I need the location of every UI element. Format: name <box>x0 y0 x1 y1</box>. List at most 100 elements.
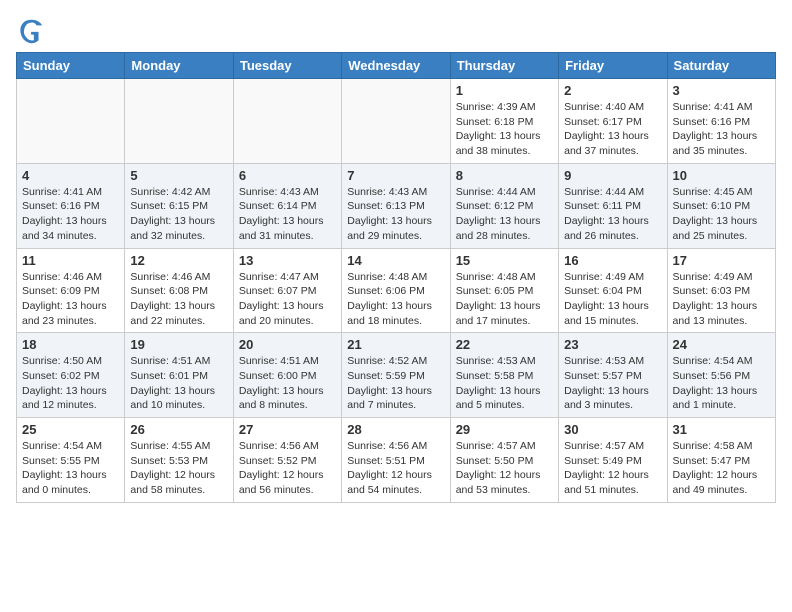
day-info: Sunrise: 4:40 AM Sunset: 6:17 PM Dayligh… <box>564 100 661 159</box>
day-info: Sunrise: 4:53 AM Sunset: 5:57 PM Dayligh… <box>564 354 661 413</box>
page-header <box>16 16 776 44</box>
day-number: 30 <box>564 422 661 437</box>
weekday-header-wednesday: Wednesday <box>342 53 450 79</box>
day-number: 3 <box>673 83 770 98</box>
calendar-cell: 24Sunrise: 4:54 AM Sunset: 5:56 PM Dayli… <box>667 333 775 418</box>
day-number: 17 <box>673 253 770 268</box>
weekday-header-thursday: Thursday <box>450 53 558 79</box>
day-number: 13 <box>239 253 336 268</box>
calendar-table: SundayMondayTuesdayWednesdayThursdayFrid… <box>16 52 776 503</box>
day-number: 24 <box>673 337 770 352</box>
day-number: 21 <box>347 337 444 352</box>
day-info: Sunrise: 4:56 AM Sunset: 5:51 PM Dayligh… <box>347 439 444 498</box>
day-number: 10 <box>673 168 770 183</box>
weekday-header-row: SundayMondayTuesdayWednesdayThursdayFrid… <box>17 53 776 79</box>
day-info: Sunrise: 4:39 AM Sunset: 6:18 PM Dayligh… <box>456 100 553 159</box>
day-info: Sunrise: 4:51 AM Sunset: 6:01 PM Dayligh… <box>130 354 227 413</box>
calendar-cell: 7 Sunrise: 4:43 AM Sunset: 6:13 PM Daylig… <box>342 163 450 248</box>
day-info: Sunrise: 4:43 AM Sunset: 6:14 PM Dayligh… <box>239 185 336 244</box>
day-info: Sunrise: 4:48 AM Sunset: 6:06 PM Dayligh… <box>347 270 444 329</box>
day-number: 15 <box>456 253 553 268</box>
logo <box>16 16 46 44</box>
calendar-cell: 28 Sunrise: 4:56 AM Sunset: 5:51 PM Dayli… <box>342 418 450 503</box>
weekday-header-monday: Monday <box>125 53 233 79</box>
day-number: 6 <box>239 168 336 183</box>
day-info: Sunrise: 4:49 AM Sunset: 6:03 PM Dayligh… <box>673 270 770 329</box>
calendar-cell: 21 Sunrise: 4:52 AM Sunset: 5:59 PM Dayli… <box>342 333 450 418</box>
calendar-cell: 17 Sunrise: 4:49 AM Sunset: 6:03 PM Dayli… <box>667 248 775 333</box>
day-number: 27 <box>239 422 336 437</box>
day-number: 22 <box>456 337 553 352</box>
calendar-cell: 14 Sunrise: 4:48 AM Sunset: 6:06 PM Dayli… <box>342 248 450 333</box>
day-number: 14 <box>347 253 444 268</box>
day-info: Sunrise: 4:52 AM Sunset: 5:59 PM Dayligh… <box>347 354 444 413</box>
day-info: Sunrise: 4:57 AM Sunset: 5:49 PM Dayligh… <box>564 439 661 498</box>
calendar-week-row: 4Sunrise: 4:41 AM Sunset: 6:16 PM Daylig… <box>17 163 776 248</box>
calendar-cell: 25Sunrise: 4:54 AM Sunset: 5:55 PM Dayli… <box>17 418 125 503</box>
calendar-cell: 22 Sunrise: 4:53 AM Sunset: 5:58 PM Dayli… <box>450 333 558 418</box>
calendar-cell: 10 Sunrise: 4:45 AM Sunset: 6:10 PM Dayli… <box>667 163 775 248</box>
weekday-header-saturday: Saturday <box>667 53 775 79</box>
day-number: 19 <box>130 337 227 352</box>
calendar-week-row: 18 Sunrise: 4:50 AM Sunset: 6:02 PM Dayli… <box>17 333 776 418</box>
calendar-cell: 18 Sunrise: 4:50 AM Sunset: 6:02 PM Dayli… <box>17 333 125 418</box>
day-number: 23 <box>564 337 661 352</box>
calendar-cell <box>17 79 125 164</box>
day-number: 4 <box>22 168 119 183</box>
day-info: Sunrise: 4:55 AM Sunset: 5:53 PM Dayligh… <box>130 439 227 498</box>
logo-icon <box>18 16 46 44</box>
calendar-cell: 31Sunrise: 4:58 AM Sunset: 5:47 PM Dayli… <box>667 418 775 503</box>
day-number: 5 <box>130 168 227 183</box>
calendar-cell <box>125 79 233 164</box>
calendar-cell <box>342 79 450 164</box>
calendar-cell: 20Sunrise: 4:51 AM Sunset: 6:00 PM Dayli… <box>233 333 341 418</box>
calendar-cell: 12Sunrise: 4:46 AM Sunset: 6:08 PM Dayli… <box>125 248 233 333</box>
day-number: 26 <box>130 422 227 437</box>
calendar-cell: 11Sunrise: 4:46 AM Sunset: 6:09 PM Dayli… <box>17 248 125 333</box>
day-number: 11 <box>22 253 119 268</box>
calendar-cell: 9 Sunrise: 4:44 AM Sunset: 6:11 PM Daylig… <box>559 163 667 248</box>
day-number: 28 <box>347 422 444 437</box>
calendar-cell: 13 Sunrise: 4:47 AM Sunset: 6:07 PM Dayli… <box>233 248 341 333</box>
day-number: 29 <box>456 422 553 437</box>
calendar-week-row: 25Sunrise: 4:54 AM Sunset: 5:55 PM Dayli… <box>17 418 776 503</box>
day-info: Sunrise: 4:51 AM Sunset: 6:00 PM Dayligh… <box>239 354 336 413</box>
calendar-cell: 19 Sunrise: 4:51 AM Sunset: 6:01 PM Dayli… <box>125 333 233 418</box>
day-info: Sunrise: 4:41 AM Sunset: 6:16 PM Dayligh… <box>673 100 770 159</box>
weekday-header-friday: Friday <box>559 53 667 79</box>
weekday-header-tuesday: Tuesday <box>233 53 341 79</box>
calendar-cell <box>233 79 341 164</box>
calendar-cell: 15 Sunrise: 4:48 AM Sunset: 6:05 PM Dayli… <box>450 248 558 333</box>
calendar-cell: 23 Sunrise: 4:53 AM Sunset: 5:57 PM Dayli… <box>559 333 667 418</box>
day-number: 18 <box>22 337 119 352</box>
day-info: Sunrise: 4:47 AM Sunset: 6:07 PM Dayligh… <box>239 270 336 329</box>
day-info: Sunrise: 4:53 AM Sunset: 5:58 PM Dayligh… <box>456 354 553 413</box>
day-number: 2 <box>564 83 661 98</box>
day-info: Sunrise: 4:48 AM Sunset: 6:05 PM Dayligh… <box>456 270 553 329</box>
day-info: Sunrise: 4:46 AM Sunset: 6:08 PM Dayligh… <box>130 270 227 329</box>
calendar-cell: 30 Sunrise: 4:57 AM Sunset: 5:49 PM Dayli… <box>559 418 667 503</box>
day-info: Sunrise: 4:54 AM Sunset: 5:55 PM Dayligh… <box>22 439 119 498</box>
day-info: Sunrise: 4:56 AM Sunset: 5:52 PM Dayligh… <box>239 439 336 498</box>
day-info: Sunrise: 4:57 AM Sunset: 5:50 PM Dayligh… <box>456 439 553 498</box>
weekday-header-sunday: Sunday <box>17 53 125 79</box>
day-info: Sunrise: 4:44 AM Sunset: 6:12 PM Dayligh… <box>456 185 553 244</box>
calendar-cell: 16Sunrise: 4:49 AM Sunset: 6:04 PM Dayli… <box>559 248 667 333</box>
day-info: Sunrise: 4:44 AM Sunset: 6:11 PM Dayligh… <box>564 185 661 244</box>
day-info: Sunrise: 4:43 AM Sunset: 6:13 PM Dayligh… <box>347 185 444 244</box>
day-number: 9 <box>564 168 661 183</box>
calendar-week-row: 11Sunrise: 4:46 AM Sunset: 6:09 PM Dayli… <box>17 248 776 333</box>
calendar-cell: 5Sunrise: 4:42 AM Sunset: 6:15 PM Daylig… <box>125 163 233 248</box>
calendar-cell: 27 Sunrise: 4:56 AM Sunset: 5:52 PM Dayli… <box>233 418 341 503</box>
calendar-cell: 2 Sunrise: 4:40 AM Sunset: 6:17 PM Daylig… <box>559 79 667 164</box>
day-info: Sunrise: 4:45 AM Sunset: 6:10 PM Dayligh… <box>673 185 770 244</box>
calendar-cell: 29 Sunrise: 4:57 AM Sunset: 5:50 PM Dayli… <box>450 418 558 503</box>
calendar-week-row: 1 Sunrise: 4:39 AM Sunset: 6:18 PM Daylig… <box>17 79 776 164</box>
calendar-cell: 6 Sunrise: 4:43 AM Sunset: 6:14 PM Daylig… <box>233 163 341 248</box>
day-number: 1 <box>456 83 553 98</box>
day-number: 7 <box>347 168 444 183</box>
day-info: Sunrise: 4:49 AM Sunset: 6:04 PM Dayligh… <box>564 270 661 329</box>
day-info: Sunrise: 4:50 AM Sunset: 6:02 PM Dayligh… <box>22 354 119 413</box>
calendar-cell: 3 Sunrise: 4:41 AM Sunset: 6:16 PM Daylig… <box>667 79 775 164</box>
calendar-cell: 1 Sunrise: 4:39 AM Sunset: 6:18 PM Daylig… <box>450 79 558 164</box>
